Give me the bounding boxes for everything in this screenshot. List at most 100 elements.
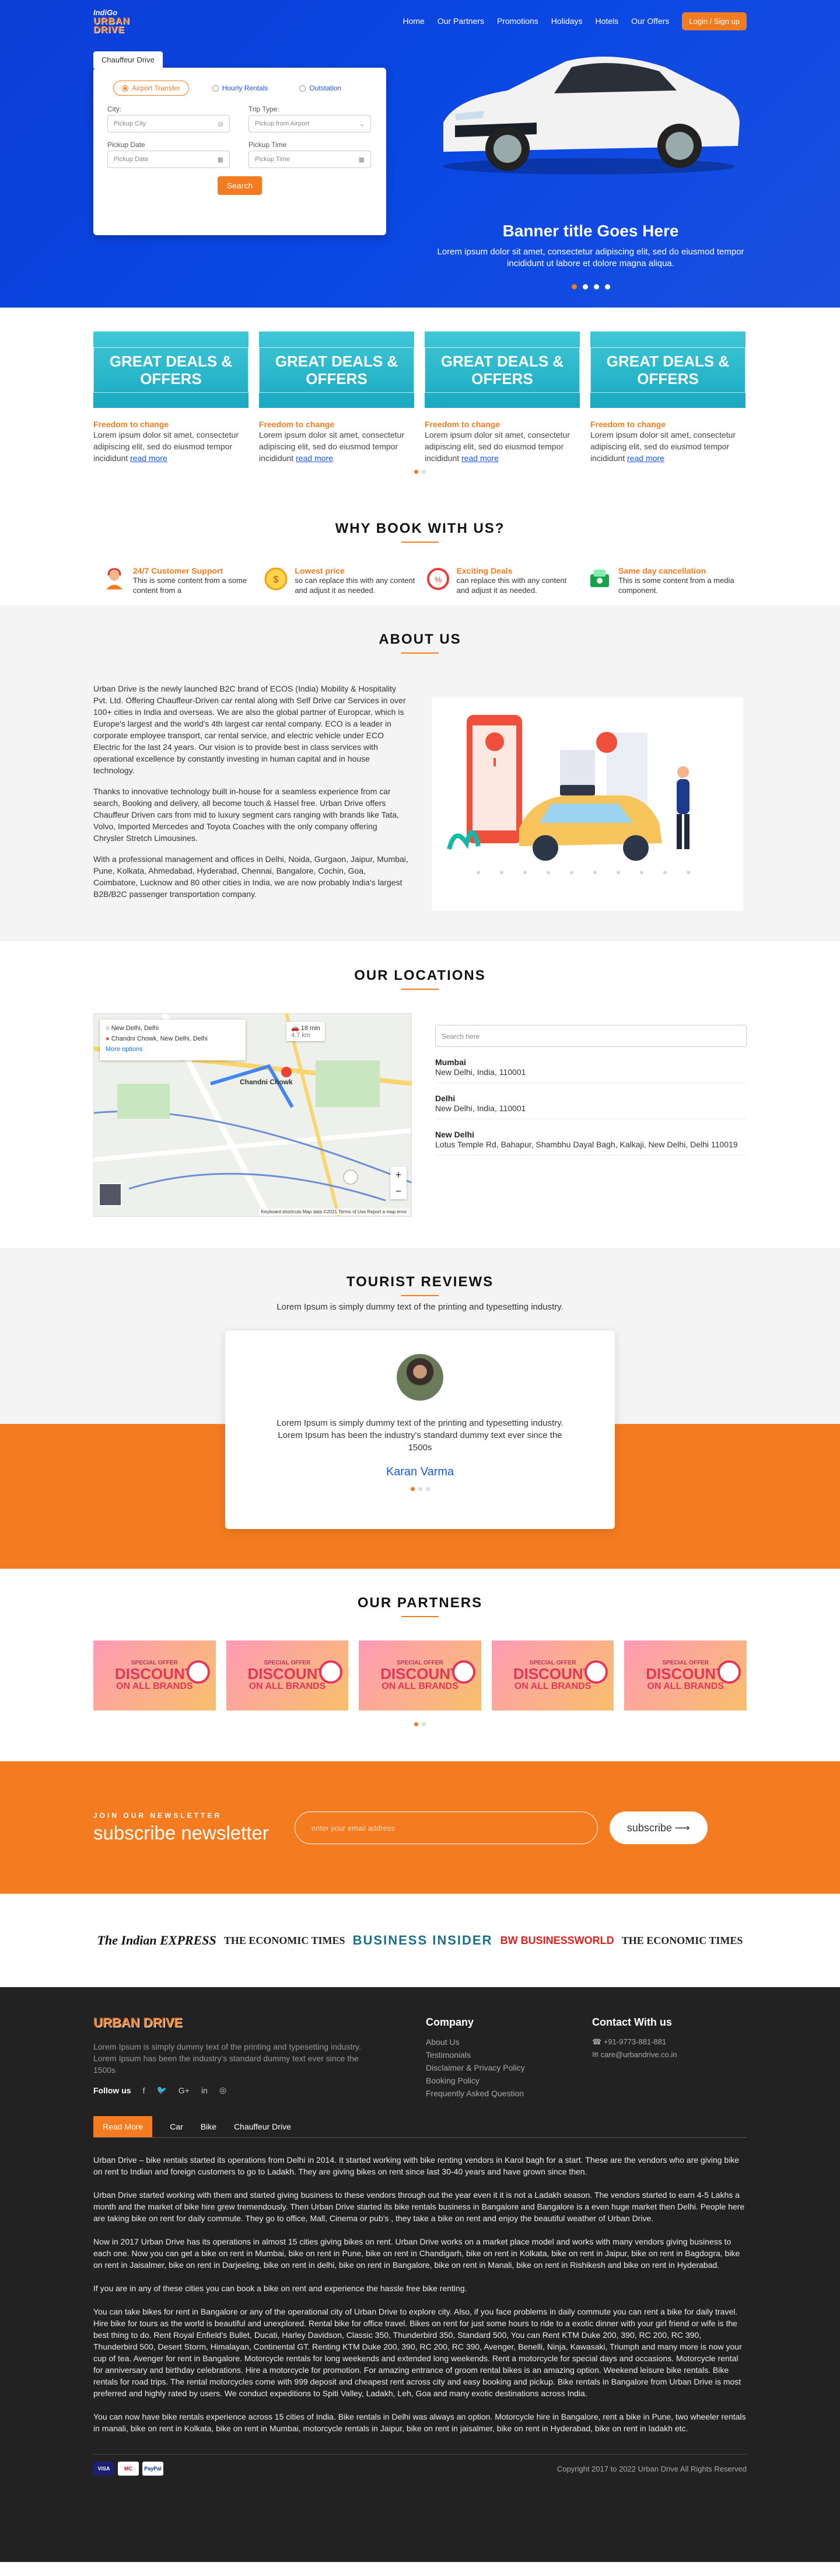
- pager-dot[interactable]: [582, 284, 588, 289]
- partner-offer-card[interactable]: SPECIAL OFFER DISCOUNT ON ALL BRANDS: [491, 1640, 614, 1711]
- pager-dot[interactable]: [418, 1487, 422, 1491]
- location-item[interactable]: Delhi New Delhi, India, 110001: [435, 1094, 747, 1119]
- tab-chauffeur-drive[interactable]: Chauffeur Drive: [234, 2116, 291, 2137]
- location-search-input[interactable]: Search here: [435, 1025, 747, 1047]
- footer-paragraph: Urban Drive started working with them an…: [93, 2190, 745, 2223]
- partner-offer-card[interactable]: SPECIAL OFFER DISCOUNT ON ALL BRANDS: [93, 1640, 216, 1711]
- pickup-date-input[interactable]: Pickup Date ▦: [107, 151, 230, 168]
- locations-title: OUR LOCATIONS: [354, 968, 486, 983]
- deal-title: Freedom to change: [590, 420, 666, 429]
- nav-holidays[interactable]: Holidays: [551, 16, 583, 26]
- newsletter-email-input[interactable]: enter your email address: [294, 1811, 598, 1844]
- location-city: Mumbai: [435, 1057, 466, 1067]
- pager-dot[interactable]: [571, 284, 577, 289]
- logo[interactable]: IndiGo URBAN DRIVE: [93, 5, 140, 37]
- twitter-icon[interactable]: 🐦: [156, 2085, 166, 2095]
- deal-card[interactable]: GREAT DEALS & OFFERS Freedom to change L…: [259, 331, 414, 464]
- deal-card[interactable]: GREAT DEALS & OFFERS Freedom to change L…: [425, 331, 580, 464]
- pickup-time-input[interactable]: Pickup Time ▦: [249, 151, 371, 168]
- zoom-in-button[interactable]: +: [390, 1167, 407, 1183]
- option-airport-transfer[interactable]: Airport Transfer: [113, 81, 189, 96]
- zoom-controls[interactable]: + −: [390, 1167, 407, 1199]
- pager-dot[interactable]: [604, 284, 610, 289]
- deal-image-text: GREAT DEALS & OFFERS: [425, 347, 580, 393]
- instagram-icon[interactable]: ◎: [219, 2085, 226, 2095]
- deal-card[interactable]: GREAT DEALS & OFFERS Freedom to change L…: [590, 331, 746, 464]
- location-city: Delhi: [435, 1094, 456, 1103]
- linkedin-icon[interactable]: in: [201, 2086, 208, 2095]
- pager-dot[interactable]: [593, 284, 599, 289]
- trip-type-select[interactable]: Pickup from Airport ⌄: [249, 115, 371, 132]
- footer-article: Urban Drive – bike rentals started its o…: [93, 2154, 747, 2434]
- pager-dot[interactable]: [410, 1487, 415, 1491]
- newsletter-section: JOIN OUR NEWSLETTER subscribe newsletter…: [0, 1761, 840, 1894]
- pager-dot[interactable]: [422, 1722, 426, 1726]
- why-item: 24/7 Customer Support This is some conten…: [102, 566, 253, 595]
- deal-image: GREAT DEALS & OFFERS: [425, 331, 580, 408]
- option-outstation[interactable]: Outstation: [291, 81, 349, 96]
- offer-sub: ON ALL BRANDS: [382, 1681, 459, 1691]
- partner-offer-card[interactable]: SPECIAL OFFER DISCOUNT ON ALL BRANDS: [624, 1640, 747, 1711]
- tab-chauffeur-drive[interactable]: Chauffeur Drive: [93, 51, 163, 68]
- footer-link-privacy[interactable]: Disclaimer & Privacy Policy: [426, 2061, 592, 2074]
- location-item[interactable]: Mumbai New Delhi, India, 110001: [435, 1057, 747, 1083]
- contact-heading: Contact With us: [592, 2016, 672, 2028]
- read-more-link[interactable]: read more: [461, 453, 499, 463]
- title-underline: [401, 1616, 439, 1617]
- pager-dot[interactable]: [414, 1722, 418, 1726]
- location-city: New Delhi: [435, 1130, 474, 1139]
- google-plus-icon[interactable]: G+: [178, 2086, 190, 2095]
- chevron-down-icon: ⌄: [359, 120, 365, 128]
- trip-value: Pickup from Airport: [255, 120, 309, 127]
- footer-paragraph: Now in 2017 Urban Drive has its operatio…: [93, 2237, 740, 2270]
- more-options-link[interactable]: More options: [106, 1044, 240, 1055]
- nav-home[interactable]: Home: [402, 16, 424, 26]
- calendar-icon: ▦: [358, 156, 365, 163]
- nav-promotions[interactable]: Promotions: [497, 16, 538, 26]
- location-address: New Delhi, India, 110001: [435, 1104, 526, 1113]
- read-more-link[interactable]: read more: [627, 453, 664, 463]
- footer-link-booking-policy[interactable]: Booking Policy: [426, 2074, 592, 2087]
- footer-link-testimonials[interactable]: Testimonials: [426, 2048, 592, 2061]
- radio-icon: [212, 85, 219, 92]
- pager-dot[interactable]: [422, 470, 426, 474]
- tab-read-more[interactable]: Read More: [93, 2116, 153, 2137]
- footer-link-about[interactable]: About Us: [426, 2036, 592, 2048]
- read-more-link[interactable]: read more: [296, 453, 333, 463]
- contact-email[interactable]: ✉ care@urbandrive.co.in: [592, 2048, 677, 2061]
- offer-main: DISCOUNT: [114, 1664, 194, 1683]
- footer-logo[interactable]: URBAN DRIVE: [93, 2016, 426, 2029]
- contact-phone[interactable]: ☎ +91-9773-881-881: [592, 2036, 677, 2048]
- directions-box[interactable]: ○ New Delhi, Delhi ● Chandni Chowk, New …: [100, 1020, 246, 1060]
- map-type-toggle[interactable]: [99, 1183, 122, 1206]
- facebook-icon[interactable]: f: [143, 2086, 145, 2095]
- partners-carousel: SPECIAL OFFER DISCOUNT ON ALL BRANDS SPECIA…: [93, 1640, 747, 1711]
- press-logo-indian-express: The Indian EXPRESS: [97, 1933, 216, 1947]
- option-hourly-rentals[interactable]: Hourly Rentals: [204, 81, 276, 96]
- search-button[interactable]: Search: [218, 176, 262, 195]
- tab-car[interactable]: Car: [170, 2116, 183, 2137]
- email-text: care@urbandrive.co.in: [600, 2050, 677, 2059]
- pager-dot[interactable]: [425, 1487, 430, 1491]
- why-item-title: Exciting Deals: [456, 566, 513, 575]
- subscribe-button[interactable]: subscribe ⟶: [609, 1811, 708, 1844]
- map-embed[interactable]: ○ New Delhi, Delhi ● Chandni Chowk, New …: [93, 1013, 412, 1217]
- partner-offer-card[interactable]: SPECIAL OFFER DISCOUNT ON ALL BRANDS: [359, 1640, 481, 1711]
- nav-hotels[interactable]: Hotels: [595, 16, 618, 26]
- login-button[interactable]: Login / Sign up: [682, 12, 747, 30]
- deal-card[interactable]: GREAT DEALS & OFFERS Freedom to change L…: [93, 331, 249, 464]
- location-item[interactable]: New Delhi Lotus Temple Rd, Bahapur, Shamb…: [435, 1130, 747, 1156]
- tab-bike[interactable]: Bike: [201, 2116, 216, 2137]
- deal-image-text: GREAT DEALS & OFFERS: [93, 347, 249, 393]
- nav-partners[interactable]: Our Partners: [438, 16, 484, 26]
- city-input[interactable]: Pickup City ◎: [107, 115, 230, 132]
- nav-offers[interactable]: Our Offers: [631, 16, 669, 26]
- option-label: Airport Transfer: [132, 84, 180, 92]
- zoom-out-button[interactable]: −: [390, 1183, 407, 1199]
- pager-dot[interactable]: [414, 470, 418, 474]
- footer-link-faq[interactable]: Frequently Asked Question: [426, 2087, 592, 2100]
- newsletter-kicker: JOIN OUR NEWSLETTER: [93, 1811, 222, 1820]
- read-more-link[interactable]: read more: [130, 453, 167, 463]
- city-label: City:: [107, 105, 121, 113]
- partner-offer-card[interactable]: SPECIAL OFFER DISCOUNT ON ALL BRANDS: [226, 1640, 349, 1711]
